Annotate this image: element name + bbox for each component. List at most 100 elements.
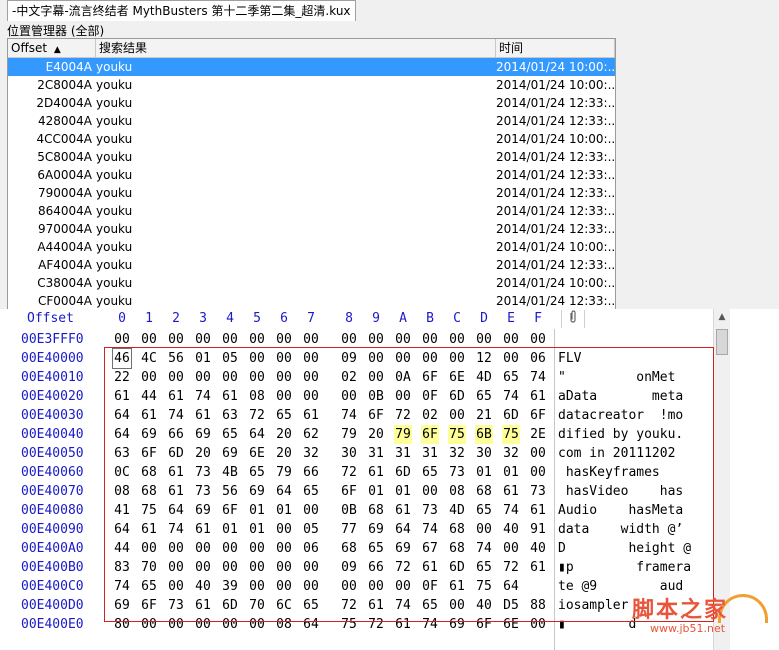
hex-byte[interactable]: 6F (140, 596, 158, 615)
hex-byte[interactable]: 00 (394, 387, 412, 406)
hex-byte[interactable]: 61 (221, 387, 239, 406)
hex-byte[interactable]: 00 (502, 349, 520, 368)
hex-byte[interactable]: 44 (140, 387, 158, 406)
hex-byte[interactable]: 6D (167, 444, 185, 463)
hex-byte[interactable]: 00 (302, 387, 320, 406)
hex-byte[interactable]: 00 (221, 539, 239, 558)
hex-row[interactable]: 00E40040 64 69 66 69 65 64 20 62 79 20 79 6F 75 6B 75 2E… (0, 425, 779, 444)
hex-byte[interactable]: 00 (140, 368, 158, 387)
hex-byte[interactable]: 00 (529, 330, 547, 349)
list-row[interactable]: C38004A youku 2014/01/24 10:00:... (8, 274, 615, 292)
hex-byte[interactable]: 00 (475, 330, 493, 349)
hex-byte[interactable]: 01 (221, 520, 239, 539)
hex-byte[interactable]: 01 (194, 349, 212, 368)
hex-byte[interactable]: 46 (112, 348, 132, 369)
hex-byte[interactable]: 20 (194, 444, 212, 463)
hex-byte[interactable]: 65 (221, 425, 239, 444)
hex-byte[interactable]: 61 (529, 387, 547, 406)
hex-byte[interactable]: 66 (367, 558, 385, 577)
hex-row[interactable]: 00E40070 08 68 61 73 56 69 64 65 6F 01 01 00 08 68 61 73… (0, 482, 779, 501)
hex-byte[interactable]: 61 (167, 387, 185, 406)
hex-byte[interactable]: 66 (302, 463, 320, 482)
hex-byte[interactable]: 00 (448, 406, 466, 425)
hex-byte[interactable]: 83 (113, 558, 131, 577)
hex-byte[interactable]: 69 (140, 425, 158, 444)
hex-byte[interactable]: 69 (221, 444, 239, 463)
hex-byte[interactable]: 61 (394, 615, 412, 634)
hex-byte[interactable]: 61 (194, 520, 212, 539)
hex-byte[interactable]: 00 (475, 520, 493, 539)
hex-byte[interactable]: 64 (167, 501, 185, 520)
hex-byte[interactable]: 69 (394, 539, 412, 558)
hex-byte[interactable]: 06 (529, 349, 547, 368)
hex-byte[interactable]: 01 (275, 501, 293, 520)
hex-byte[interactable]: 72 (394, 558, 412, 577)
hex-byte[interactable]: 74 (421, 520, 439, 539)
hex-byte[interactable]: 39 (221, 577, 239, 596)
scroll-up-arrow-icon[interactable]: ▲ (714, 309, 730, 325)
hex-byte[interactable]: 08 (448, 482, 466, 501)
hex-byte[interactable]: 80 (113, 615, 131, 634)
hex-byte[interactable]: 91 (529, 520, 547, 539)
hex-byte[interactable]: 0F (421, 577, 439, 596)
hex-byte[interactable]: 68 (340, 539, 358, 558)
hex-ascii[interactable]: hasKeyframes (558, 463, 708, 482)
hex-byte[interactable]: 75 (340, 615, 358, 634)
hex-byte[interactable]: 00 (302, 368, 320, 387)
hex-byte[interactable]: 00 (275, 349, 293, 368)
hex-byte[interactable]: 73 (167, 596, 185, 615)
hex-byte[interactable]: 01 (502, 463, 520, 482)
hex-byte[interactable]: 00 (275, 558, 293, 577)
hex-byte[interactable]: 00 (167, 539, 185, 558)
hex-byte[interactable]: 66 (167, 425, 185, 444)
hex-byte[interactable]: 00 (194, 539, 212, 558)
hex-byte[interactable]: 65 (302, 482, 320, 501)
hex-byte[interactable]: 77 (340, 520, 358, 539)
hex-byte[interactable]: 00 (275, 387, 293, 406)
hex-byte[interactable]: 00 (140, 615, 158, 634)
hex-ascii[interactable]: D height @ (558, 539, 708, 558)
hex-byte[interactable]: 69 (194, 501, 212, 520)
hex-byte[interactable]: 00 (394, 349, 412, 368)
hex-byte[interactable]: 0B (340, 501, 358, 520)
hex-byte[interactable]: 65 (421, 463, 439, 482)
hex-byte[interactable]: 6F (529, 406, 547, 425)
hex-byte[interactable]: 00 (248, 577, 266, 596)
hex-byte[interactable]: 4C (140, 349, 158, 368)
hex-byte[interactable]: 64 (302, 615, 320, 634)
hex-byte[interactable]: 6F (340, 482, 358, 501)
list-row[interactable]: 970004A youku 2014/01/24 12:33:... (8, 220, 615, 238)
hex-byte[interactable]: 63 (113, 444, 131, 463)
hex-row[interactable]: 00E3FFF0 00 00 00 00 00 00 00 00 00 00 00 00 00 00 00 00 (0, 330, 779, 349)
hex-byte[interactable]: 4D (475, 368, 493, 387)
paperclip-icon[interactable] (561, 310, 585, 328)
hex-byte[interactable]: 75 (502, 425, 520, 444)
hex-byte[interactable]: 65 (421, 596, 439, 615)
hex-byte[interactable]: 00 (367, 368, 385, 387)
hex-row[interactable]: 00E40010 22 00 00 00 00 00 00 00 02 00 0A 6F 6E 4D 65 74… (0, 368, 779, 387)
hex-byte[interactable]: 69 (248, 482, 266, 501)
hex-byte[interactable]: 09 (340, 558, 358, 577)
hex-byte[interactable]: 4D (448, 501, 466, 520)
hex-byte[interactable]: 63 (221, 406, 239, 425)
hex-ascii[interactable]: dified by youku. (558, 425, 708, 444)
hex-byte[interactable]: 00 (302, 558, 320, 577)
hex-row[interactable]: 00E40030 64 61 74 61 63 72 65 61 74 6F 72 02 00 21 6D 6F… (0, 406, 779, 425)
hex-byte[interactable]: 31 (394, 444, 412, 463)
hex-byte[interactable]: 00 (167, 368, 185, 387)
scrollbar-thumb[interactable] (716, 329, 728, 355)
hex-byte[interactable]: 65 (248, 463, 266, 482)
hex-byte[interactable]: 65 (475, 501, 493, 520)
hex-byte[interactable]: 65 (367, 539, 385, 558)
hex-byte[interactable]: 02 (340, 368, 358, 387)
hex-byte[interactable]: 00 (529, 615, 547, 634)
hex-byte[interactable]: 61 (194, 406, 212, 425)
hex-byte[interactable]: 02 (421, 406, 439, 425)
hex-byte[interactable]: 00 (248, 330, 266, 349)
list-row[interactable]: E4004A youku 2014/01/24 10:00:... (8, 58, 615, 76)
hex-byte[interactable]: 75 (448, 425, 466, 444)
hex-byte[interactable]: 30 (475, 444, 493, 463)
hex-byte[interactable]: 74 (167, 406, 185, 425)
hex-byte[interactable]: 40 (529, 539, 547, 558)
hex-byte[interactable]: 00 (529, 463, 547, 482)
